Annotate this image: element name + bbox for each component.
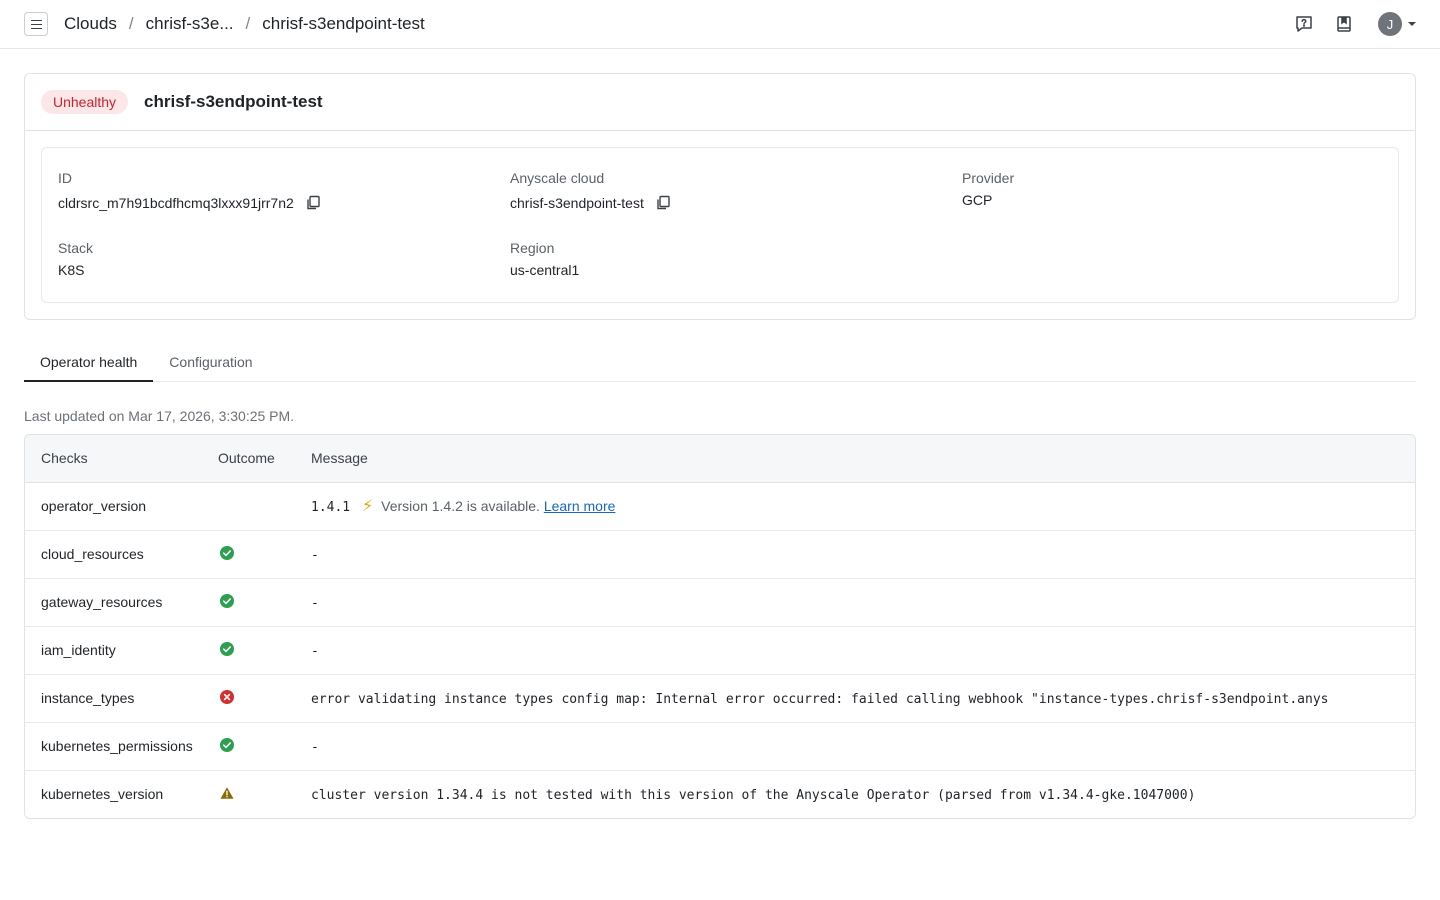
table-row: iam_identity - bbox=[25, 626, 1415, 675]
check-name: kubernetes_version bbox=[41, 786, 164, 803]
avatar: J bbox=[1378, 12, 1402, 36]
copy-icon[interactable] bbox=[304, 194, 322, 212]
check-message: error validating instance types config m… bbox=[311, 691, 1329, 707]
table-row: gateway_resources - bbox=[25, 578, 1415, 627]
chevron-down-icon bbox=[1408, 22, 1416, 26]
breadcrumb-cloud-parent[interactable]: chrisf-s3e... bbox=[146, 14, 234, 34]
success-check-icon bbox=[220, 641, 234, 656]
id-label: ID bbox=[58, 170, 72, 186]
success-check-icon bbox=[220, 593, 234, 608]
breadcrumb-separator: / bbox=[245, 14, 251, 33]
tab-operator-health[interactable]: Operator health bbox=[24, 348, 154, 382]
table-row: instance_types error validating instance… bbox=[25, 674, 1415, 723]
tab-bar: Operator health Configuration bbox=[24, 348, 1416, 382]
upgrade-note: Version 1.4.2 is available. bbox=[381, 498, 540, 514]
check-name: gateway_resources bbox=[25, 578, 218, 627]
top-bar: Clouds / chrisf-s3e... / chrisf-s3endpoi… bbox=[0, 0, 1440, 49]
user-menu[interactable]: J bbox=[1378, 12, 1416, 36]
menu-toggle-button[interactable] bbox=[24, 12, 48, 36]
provider-value: GCP bbox=[962, 192, 993, 208]
table-row: kubernetes_permissions - bbox=[25, 722, 1415, 771]
provider-label: Provider bbox=[962, 170, 1015, 186]
column-header-outcome: Outcome bbox=[218, 435, 311, 483]
health-checks-table: Checks Outcome Message operator_version … bbox=[24, 434, 1416, 819]
error-x-icon bbox=[220, 689, 234, 704]
column-header-checks: Checks bbox=[25, 435, 218, 483]
check-message: - bbox=[311, 643, 319, 659]
check-message: - bbox=[311, 547, 319, 563]
table-row: cloud_resources - bbox=[25, 530, 1415, 579]
learn-more-link[interactable]: Learn more bbox=[544, 498, 616, 514]
success-check-icon bbox=[220, 545, 234, 560]
check-name: instance_types bbox=[25, 674, 218, 723]
table-row: operator_version 1.4.1 ⚡ Version 1.4.2 i… bbox=[25, 482, 1415, 531]
id-value: cldrsrc_m7h91bcdfhcmq3lxxx91jrr7n2 bbox=[58, 195, 294, 211]
warning-icon bbox=[220, 786, 234, 800]
docs-icon[interactable] bbox=[1332, 12, 1356, 36]
check-name: operator_version bbox=[25, 482, 218, 531]
breadcrumb: Clouds / chrisf-s3e... / chrisf-s3endpoi… bbox=[64, 14, 425, 34]
stack-value: K8S bbox=[58, 262, 85, 278]
status-badge: Unhealthy bbox=[41, 90, 129, 114]
breadcrumb-separator: / bbox=[128, 14, 134, 33]
help-icon[interactable] bbox=[1292, 12, 1316, 36]
tab-configuration[interactable]: Configuration bbox=[153, 348, 268, 382]
anyscale-cloud-label: Anyscale cloud bbox=[510, 170, 605, 186]
check-name: cloud_resources bbox=[25, 530, 218, 579]
check-message: cluster version 1.34.4 is not tested wit… bbox=[311, 787, 1196, 803]
cloud-summary-card: Unhealthy chrisf-s3endpoint-test ID cldr… bbox=[24, 73, 1416, 320]
check-name: kubernetes_permissions bbox=[25, 722, 218, 771]
breadcrumb-clouds[interactable]: Clouds bbox=[64, 14, 117, 34]
cloud-title: chrisf-s3endpoint-test bbox=[144, 92, 323, 111]
outcome-cell bbox=[218, 482, 311, 531]
anyscale-cloud-value: chrisf-s3endpoint-test bbox=[510, 195, 644, 211]
operator-version-value: 1.4.1 bbox=[311, 500, 351, 515]
success-check-icon bbox=[220, 737, 234, 752]
column-header-message: Message bbox=[311, 435, 1415, 483]
lightning-icon: ⚡ bbox=[362, 498, 374, 515]
cloud-details: ID cldrsrc_m7h91bcdfhcmq3lxxx91jrr7n2 An… bbox=[41, 147, 1399, 303]
check-message: - bbox=[311, 739, 319, 755]
copy-icon[interactable] bbox=[654, 194, 672, 212]
region-label: Region bbox=[510, 240, 555, 256]
hamburger-icon bbox=[30, 19, 42, 29]
check-message: - bbox=[311, 595, 319, 611]
last-updated-text: Last updated on Mar 17, 2026, 3:30:25 PM… bbox=[24, 408, 295, 424]
check-name: iam_identity bbox=[25, 626, 218, 675]
table-row: kubernetes_version cluster version 1.34.… bbox=[25, 770, 1415, 818]
stack-label: Stack bbox=[58, 240, 94, 256]
breadcrumb-current: chrisf-s3endpoint-test bbox=[262, 14, 425, 33]
region-value: us-central1 bbox=[510, 262, 580, 278]
